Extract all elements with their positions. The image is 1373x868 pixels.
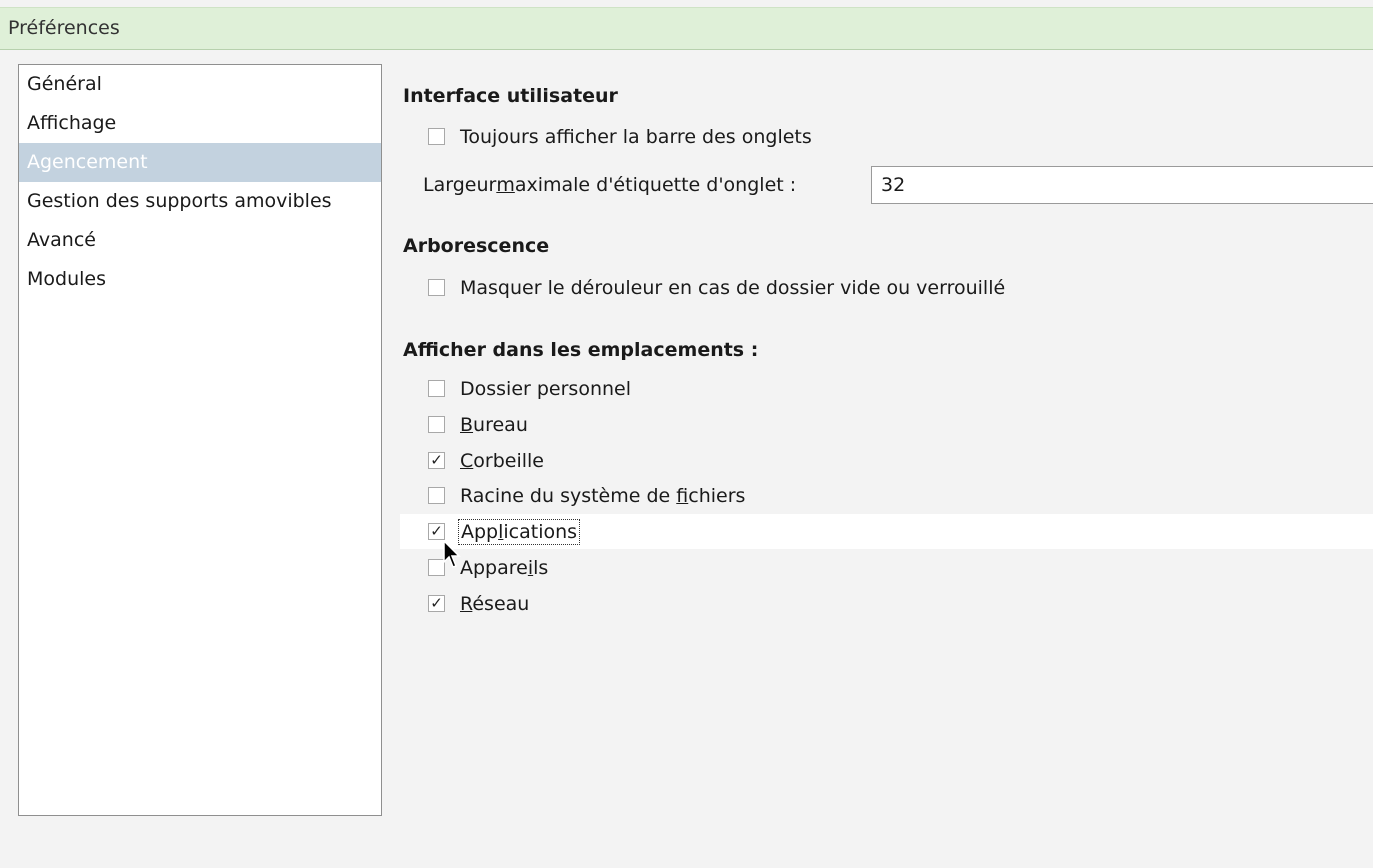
place-trash-checkbox[interactable]: ✓ Corbeille [428,443,546,478]
always-show-tabs-checkbox[interactable]: Toujours afficher la barre des onglets [428,119,814,154]
sidebar-item-advanced[interactable]: Avancé [19,221,381,260]
max-tab-label-field-label: Largeur m aximale d'étiquette d'onglet : [423,174,797,196]
sidebar-item-display[interactable]: Affichage [19,104,381,143]
section-heading-tree: Arborescence [403,235,550,257]
place-home-checkbox[interactable]: Dossier personnel [428,371,633,406]
checkbox-box[interactable] [428,416,445,433]
checkbox-box[interactable]: ✓ [428,452,445,469]
checkbox-box[interactable] [428,380,445,397]
window-titlebar[interactable]: Préférences [0,7,1373,50]
section-heading-places: Afficher dans les emplacements : [403,339,759,361]
checkbox-box[interactable]: ✓ [428,595,445,612]
checkbox-label: Dossier personnel [460,377,632,400]
max-tab-label-width-input[interactable] [871,166,1373,204]
checkbox-label: Corbeille [460,449,544,472]
checkbox-label: Bureau [460,413,528,436]
checkbox-label: Réseau [460,592,530,615]
checkbox-label: Masquer le dérouleur en cas de dossier v… [460,276,1006,299]
place-desktop-checkbox[interactable]: Bureau [428,407,530,442]
checkbox-label: Toujours afficher la barre des onglets [460,125,812,148]
window-title: Préférences [8,17,120,39]
sidebar-item-layout[interactable]: Agencement [19,143,381,182]
checkbox-label: Appareils [460,556,549,579]
checkbox-box[interactable]: ✓ [428,523,445,540]
checkbox-label: Racine du système de fichiers [460,484,746,507]
hide-expander-checkbox[interactable]: Masquer le dérouleur en cas de dossier v… [428,270,1007,305]
checkbox-box[interactable] [428,279,445,296]
mouse-pointer-icon [443,540,461,568]
place-network-checkbox[interactable]: ✓ Réseau [428,586,531,621]
sidebar-item-modules[interactable]: Modules [19,260,381,299]
checkbox-box[interactable] [428,487,445,504]
checkbox-label: Applications [458,518,581,545]
sidebar-item-removable-media[interactable]: Gestion des supports amovibles [19,182,381,221]
preferences-category-list[interactable]: Général Affichage Agencement Gestion des… [18,64,382,816]
place-filesystem-root-checkbox[interactable]: Racine du système de fichiers [428,478,747,513]
section-heading-user-interface: Interface utilisateur [403,85,618,107]
checkbox-box[interactable] [428,128,445,145]
sidebar-item-general[interactable]: Général [19,65,381,104]
place-applications-checkbox[interactable]: ✓ Applications [400,514,1373,549]
